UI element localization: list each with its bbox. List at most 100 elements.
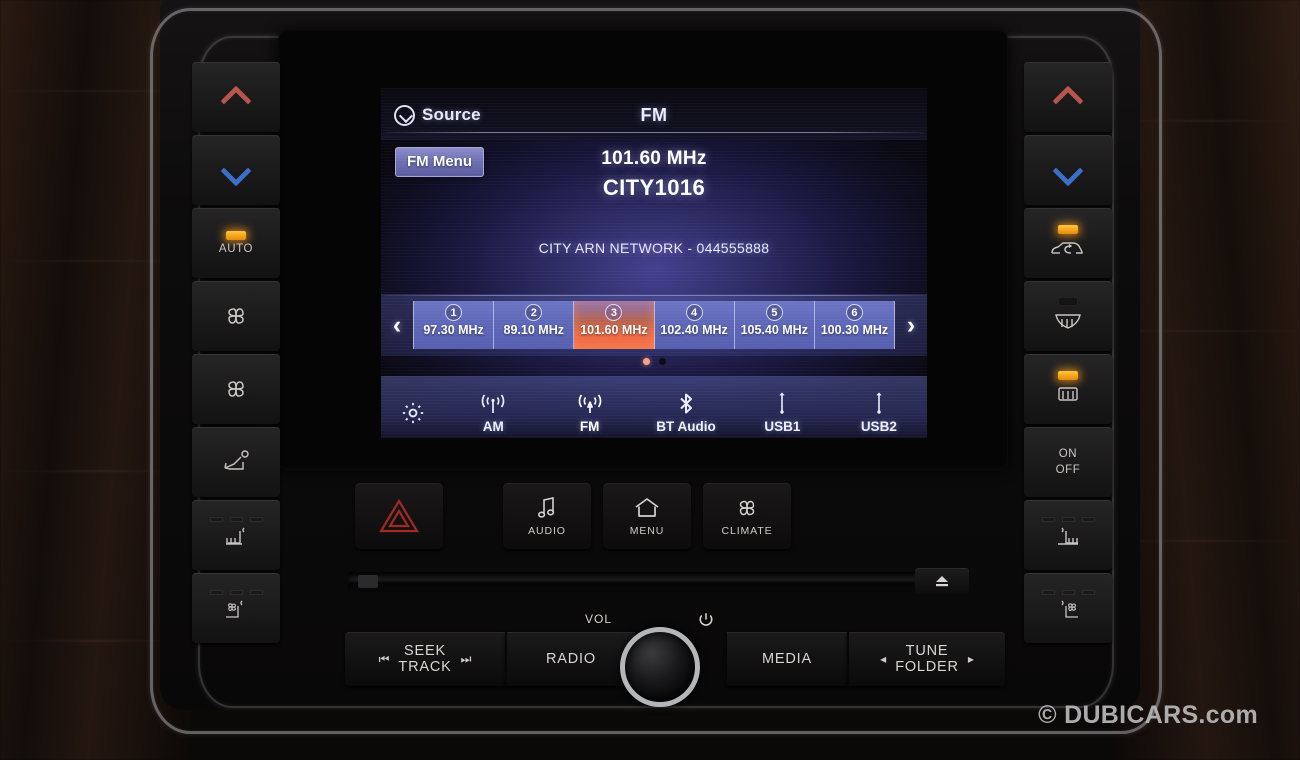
preset-button-5[interactable]: 5 105.40 MHz	[734, 301, 815, 349]
tune-right-icon[interactable]: ▸	[968, 652, 974, 666]
auto-led-indicator	[226, 230, 246, 240]
seat-vent-left-button[interactable]	[192, 573, 280, 643]
bluetooth-icon	[675, 391, 697, 417]
climate-buttons-left: AUTO	[192, 62, 280, 643]
volume-knob[interactable]	[620, 627, 700, 707]
fm-antenna-icon	[578, 394, 601, 413]
front-defrost-icon	[1055, 314, 1081, 329]
chevron-up-red-icon	[1053, 89, 1083, 105]
ac-on-label: ON	[1058, 447, 1078, 460]
preset-number: 1	[445, 304, 463, 321]
source-selection-bar: AM FM BT Audio USB1 USB2	[381, 376, 927, 438]
watermark: © DUBICARS.com	[1038, 701, 1258, 729]
seek-label: SEEK	[404, 642, 446, 659]
am-antenna-icon	[481, 394, 505, 413]
tune-label: TUNE	[905, 642, 949, 659]
climate-button[interactable]: CLIMATE	[703, 483, 791, 549]
source-item-label: BT Audio	[656, 419, 716, 434]
preset-strip: ‹ 1 97.30 MHz 2 89.10 MHz 3 101.60 MHz 4 102.40…	[381, 294, 927, 356]
menu-button[interactable]: MENU	[603, 483, 691, 549]
next-track-icon[interactable]: ⏭	[461, 652, 472, 667]
eject-icon	[936, 576, 948, 587]
cd-slot	[348, 572, 968, 592]
source-item-label: AM	[482, 419, 504, 434]
preset-button-2[interactable]: 2 89.10 MHz	[494, 301, 575, 349]
seek-track-button[interactable]: ⏮ SEEK TRACK ⏭	[345, 632, 505, 686]
seat-heat-icon	[1058, 527, 1078, 545]
air-direction-button[interactable]	[192, 427, 280, 497]
usb-icon	[871, 391, 887, 417]
hazard-button[interactable]	[355, 483, 443, 549]
climate-buttons-right: ON OFF	[1024, 62, 1112, 643]
source-item-usb1[interactable]: USB1	[734, 391, 830, 438]
temp-up-right-button[interactable]	[1024, 62, 1112, 132]
infotainment-screen[interactable]: Source FM FM Menu 101.60 MHz CITY1016 CI…	[381, 88, 927, 438]
source-item-label: USB2	[860, 419, 897, 434]
usb-icon	[779, 392, 786, 414]
auto-climate-button[interactable]: AUTO	[192, 208, 280, 278]
track-label: TRACK	[398, 659, 452, 675]
tune-left-icon[interactable]: ◂	[880, 652, 886, 666]
source-item-fm[interactable]: FM	[541, 391, 637, 438]
preset-button-6[interactable]: 6 100.30 MHz	[814, 301, 895, 349]
fan-icon	[739, 500, 755, 516]
source-items: AM FM BT Audio USB1 USB2	[445, 391, 927, 438]
eject-button[interactable]	[915, 568, 969, 594]
rear-defrost-button[interactable]	[1024, 354, 1112, 424]
preset-frequency: 101.60 MHz	[580, 323, 648, 337]
settings-button[interactable]	[381, 400, 445, 438]
preset-number: 2	[525, 304, 543, 321]
temp-down-right-button[interactable]	[1024, 135, 1112, 205]
radio-button[interactable]: RADIO	[505, 632, 635, 686]
source-item-am[interactable]: AM	[445, 391, 541, 438]
preset-frequency: 100.30 MHz	[820, 323, 889, 337]
front-defrost-button[interactable]	[1024, 281, 1112, 351]
seat-vent-right-button[interactable]	[1024, 573, 1112, 643]
source-item-bt-audio[interactable]: BT Audio	[638, 391, 734, 438]
preset-button-1[interactable]: 1 97.30 MHz	[414, 301, 495, 349]
audio-button[interactable]: AUDIO	[503, 483, 591, 549]
audio-label: AUDIO	[528, 525, 566, 537]
page-dot[interactable]	[642, 358, 650, 365]
prev-track-icon[interactable]: ⏮	[379, 652, 390, 667]
preset-next-button[interactable]: ›	[895, 294, 927, 356]
usb-icon	[876, 392, 882, 414]
climate-power-button[interactable]: ON OFF	[1024, 427, 1112, 497]
preset-page-dots[interactable]	[381, 358, 927, 365]
airflow-seat-icon	[224, 450, 249, 470]
preset-list: 1 97.30 MHz 2 89.10 MHz 3 101.60 MHz 4 102.40 M…	[413, 301, 895, 349]
preset-frequency: 89.10 MHz	[503, 323, 564, 337]
temp-down-left-button[interactable]	[192, 135, 280, 205]
fan-up-button[interactable]	[192, 281, 280, 351]
fan-icon	[228, 381, 244, 397]
fan-icon	[228, 308, 244, 324]
preset-button-4[interactable]: 4 102.40 MHz	[654, 301, 735, 349]
preset-frequency: 102.40 MHz	[660, 323, 728, 337]
band-label: FM	[640, 104, 668, 125]
tune-folder-button[interactable]: ◂ TUNE FOLDER ▸	[847, 632, 1005, 686]
recirculation-led-indicator	[1058, 225, 1078, 234]
seat-vent-level-indicators	[209, 590, 263, 595]
fan-down-button[interactable]	[192, 354, 280, 424]
seat-heat-level-indicators	[1041, 517, 1095, 522]
seat-heater-right-button[interactable]	[1024, 500, 1112, 570]
seat-vent-level-indicators	[1041, 590, 1095, 595]
preset-number: 3	[605, 304, 623, 321]
air-recirculation-button[interactable]	[1024, 208, 1112, 278]
rds-radio-text: CITY ARN NETWORK - 044555888	[538, 240, 770, 256]
preset-number: 5	[765, 304, 783, 321]
page-dot[interactable]	[658, 358, 666, 365]
preset-button-3[interactable]: 3 101.60 MHz	[574, 301, 655, 349]
power-button[interactable]	[697, 611, 715, 629]
source-item-usb2[interactable]: USB2	[831, 391, 927, 438]
bluetooth-icon	[680, 393, 693, 414]
am-antenna-icon	[476, 391, 510, 417]
media-button[interactable]: MEDIA	[727, 632, 847, 686]
temp-up-left-button[interactable]	[192, 62, 280, 132]
preset-prev-button[interactable]: ‹	[381, 294, 413, 356]
seat-heater-left-button[interactable]	[192, 500, 280, 570]
preset-number: 4	[685, 304, 703, 321]
home-icon	[635, 498, 659, 517]
radio-label: RADIO	[546, 651, 596, 667]
seat-heat-icon	[226, 527, 245, 545]
